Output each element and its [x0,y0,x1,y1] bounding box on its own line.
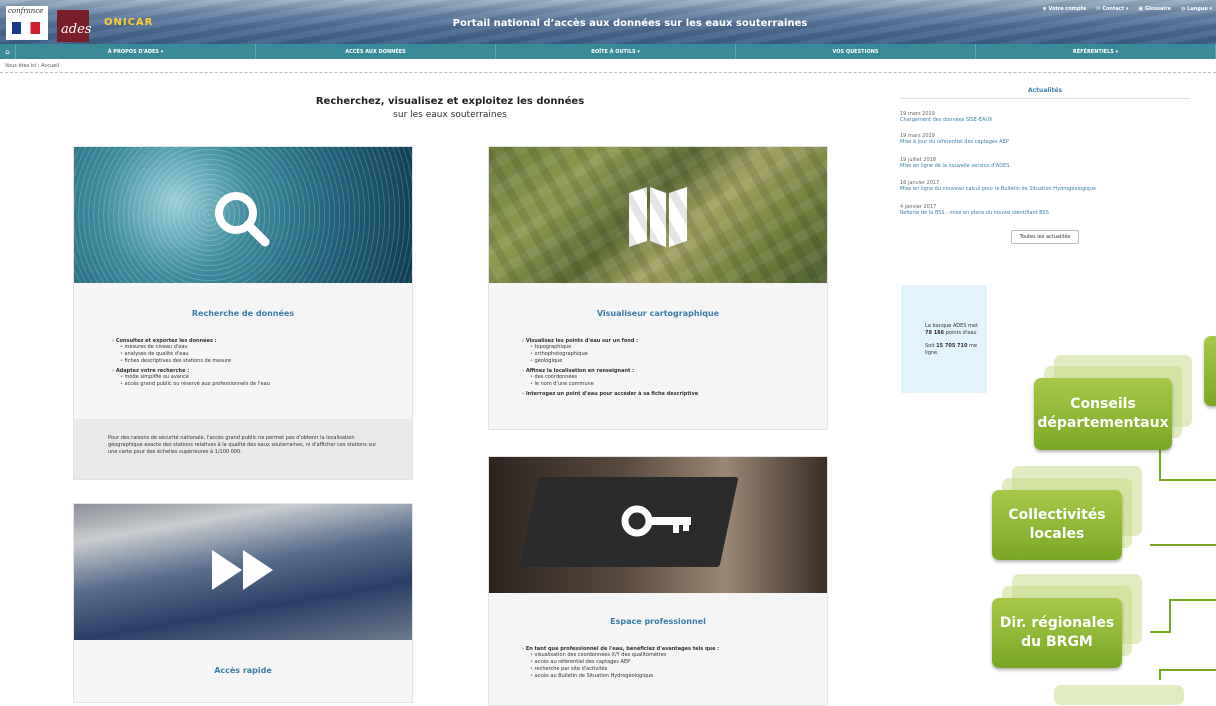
list-item: topographique [522,344,698,351]
list-item: analyses de qualité d'eau [112,351,270,358]
fast-forward-icon [212,550,273,590]
contact-link[interactable]: ✉ Contact ▾ [1096,6,1128,12]
org-box-brgm-regional: Dir. régionales du BRGM [992,598,1122,668]
stats-line: 78 186 points d'eau [925,330,977,336]
news-item[interactable]: 16 janvier 2017 Mise en ligne du nouveau… [900,180,1200,192]
card-image-water [74,147,412,283]
home-icon[interactable]: ⌂ [0,44,16,59]
org-box-shadow [1044,366,1182,438]
flag-icon [12,22,40,34]
nav-questions[interactable]: VOS QUESTIONS [736,44,976,59]
card-data-search[interactable]: Recherche de données Consultez et export… [73,146,413,480]
news-heading: Actualités [900,87,1190,99]
card-image-laptop [489,457,827,593]
org-box-shadow [1012,466,1142,536]
security-note: Pour des raisons de sécurité nationale, … [74,419,412,479]
org-box-shadow [1002,586,1132,656]
stats-line: ligne. [925,350,939,356]
card-quick-access[interactable]: Accès rapide [73,503,413,703]
divider [0,72,1216,73]
nav-referentials[interactable]: RÉFÉRENTIELS ▾ [976,44,1216,59]
org-box-shadow [1054,355,1192,427]
main-nav: ⌂ À PROPOS D'ADES ▾ ACCÈS AUX DONNÉES BO… [0,44,1216,59]
language-link[interactable]: ◍ Langue ▾ [1181,6,1212,12]
card-image-aerial [489,147,827,283]
card-title[interactable]: Visualiseur cartographique [489,309,827,318]
org-box-partial [1204,336,1216,406]
news-item[interactable]: 19 mars 2019 Chargement des données SISE… [900,111,1200,123]
card-feature-list: Consultez et exportez les données : mesu… [112,335,270,388]
list-item: le nom d'une commune [522,381,698,388]
ades-logo-text: ades [61,22,92,37]
ades-logo[interactable]: ades [57,10,92,42]
glossary-link[interactable]: ▣ Glossaire [1138,6,1171,12]
card-feature-list: En tant que professionnel de l'eau, béné… [522,643,719,680]
breadcrumb: Vous êtes ici : Accueil [5,63,60,69]
search-icon [215,192,270,247]
page-subtitle: sur les eaux souterraines [393,110,507,120]
list-item: accès au référentiel des captages AEP [522,659,719,666]
list-item: visualisation des coordonnées X/Y des qu… [522,652,719,659]
list-item: mode simplifié ou avancé [112,374,270,381]
map-icon [629,187,687,247]
org-line [1150,599,1216,633]
card-pro-space[interactable]: Espace professionnel En tant que profess… [488,456,828,706]
all-news-button[interactable]: Toutes les actualités [1011,230,1079,244]
card-feature-list: Visualisez les points d'eau sur un fond … [522,335,698,397]
list-item: accès grand public ou réservé aux profes… [112,381,270,388]
news-link[interactable]: Mise en ligne du nouveau calcul pour le … [900,186,1200,192]
list-item: géologique [522,358,698,365]
list-item: fiches descriptives des stations de mesu… [112,358,270,365]
org-line [1159,669,1216,680]
card-map-viewer[interactable]: Visualiseur cartographique Visualisez le… [488,146,828,430]
onicar-logo[interactable]: ONICAR [104,17,153,28]
stats-line: Soit 15 705 710 me [925,343,978,349]
utility-menu: ⊕ Votre compte ✉ Contact ▾ ▣ Glossaire ◍… [1042,6,1212,12]
account-link[interactable]: ⊕ Votre compte [1042,6,1086,12]
news-item[interactable]: 4 janvier 2017 Refonte de la BSS : mise … [900,204,1200,216]
news-item[interactable]: 19 juillet 2018 Mise en ligne de la nouv… [900,157,1200,169]
list-item: des coordonnées [522,374,698,381]
card-image-river [74,504,412,640]
news-link[interactable]: Mise en ligne de la nouvelle version d'A… [900,163,1200,169]
org-line [1159,440,1216,481]
news-link[interactable]: Mise à jour du référentiel des captages … [900,139,1200,145]
org-box-shadow [1054,685,1184,705]
card-title[interactable]: Espace professionnel [489,617,827,626]
org-box-shadow [1002,478,1132,548]
news-link[interactable]: Refonte de la BSS : mise en place du nou… [900,210,1200,216]
list-item: mesures de niveau d'eau [112,344,270,351]
site-header: confrance ades ONICAR Portail national d… [0,0,1216,44]
key-icon [621,505,691,537]
news-item[interactable]: 19 mars 2019 Mise à jour du référentiel … [900,133,1200,145]
page-title: Recherchez, visualisez et exploitez les … [315,96,585,107]
list-item: Interrogez un point d'eau pour accéder à… [522,391,698,397]
portal-title: Portail national d’accès aux données sur… [452,18,808,29]
nav-about[interactable]: À PROPOS D'ADES ▾ [16,44,256,59]
france-logo[interactable]: confrance [6,6,48,40]
list-item: recherche par site d'activités [522,666,719,673]
nav-toolbox[interactable]: BOÎTE À OUTILS ▾ [496,44,736,59]
card-title[interactable]: Recherche de données [74,309,412,318]
news-link[interactable]: Chargement des données SISE-EAUX [900,117,1200,123]
org-box-departmental-councils: Conseils départementaux [1034,378,1172,450]
org-box-shadow [1012,574,1142,644]
stats-line: La banque ADES met [925,323,978,329]
list-item: orthophotographique [522,351,698,358]
list-item: accès au Bulletin de Situation Hydrogéol… [522,673,719,680]
stats-box: La banque ADES met 78 186 points d'eau S… [901,285,987,393]
card-title[interactable]: Accès rapide [74,666,412,675]
france-logo-text: confrance [8,7,44,15]
nav-data-access[interactable]: ACCÈS AUX DONNÉES [256,44,496,59]
org-box-local-authorities: Collectivités locales [992,490,1122,560]
